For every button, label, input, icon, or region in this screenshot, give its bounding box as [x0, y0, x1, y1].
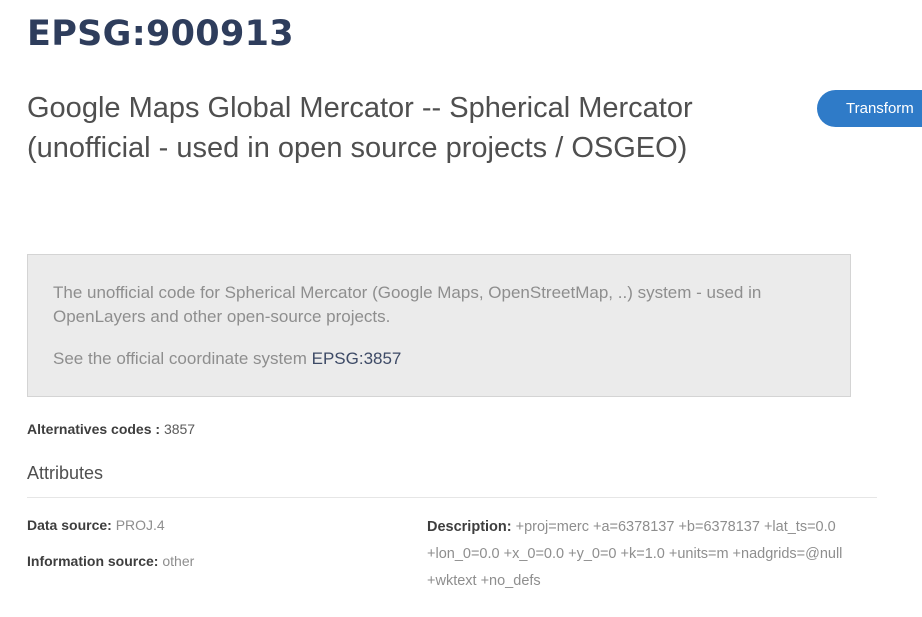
information-source-label: Information source: [27, 553, 159, 569]
transform-button[interactable]: Transform [817, 90, 922, 127]
info-official-prefix: See the official coordinate system [53, 349, 312, 368]
data-source-row: Data source: PROJ.4 [27, 517, 165, 533]
info-description: The unofficial code for Spherical Mercat… [53, 283, 762, 326]
description-row: Description: +proj=merc +a=6378137 +b=63… [427, 514, 847, 595]
crs-name-heading: Google Maps Global Mercator -- Spherical… [27, 92, 693, 164]
attributes-heading: Attributes [27, 463, 104, 483]
attributes-divider [27, 497, 877, 498]
data-source-label: Data source: [27, 517, 112, 533]
alternative-codes: Alternatives codes : 3857 [27, 421, 195, 437]
information-source-row: Information source: other [27, 553, 194, 569]
alternative-codes-value: 3857 [163, 421, 196, 437]
crs-page: EPSG:900913 Google Maps Global Mercator … [0, 0, 922, 617]
alternative-codes-label: Alternatives codes : [27, 421, 161, 437]
info-official-line: See the official coordinate system EPSG:… [53, 347, 850, 371]
official-crs-link[interactable]: EPSG:3857 [312, 349, 402, 368]
data-source-value: PROJ.4 [115, 517, 165, 533]
information-source-value: other [162, 553, 195, 569]
info-box: The unofficial code for Spherical Mercat… [27, 254, 851, 397]
page-title: EPSG:900913 [27, 14, 294, 54]
description-label: Description: [427, 519, 512, 535]
